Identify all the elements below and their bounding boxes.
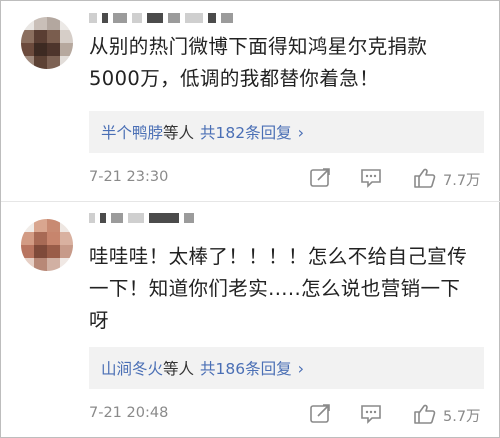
comment-icon[interactable] <box>359 167 383 189</box>
reply-author-link[interactable]: 山涧冬火 <box>101 357 163 379</box>
chevron-right-icon: › <box>297 358 305 378</box>
share-icon[interactable] <box>309 167 333 189</box>
comment-timestamp: 7-21 20:48 <box>89 405 169 421</box>
reply-count-link[interactable]: 共186条回复 <box>200 357 292 379</box>
comment-text-line: 哇哇哇！太棒了！！！！怎么不给自己宣传 <box>89 245 468 268</box>
comment-text: 从别的热门微博下面得知鸿星尔克捐款 5000万，低调的我都替你着急！ <box>89 31 484 95</box>
comment-icon[interactable] <box>359 403 383 425</box>
reply-author-link[interactable]: 半个鸭脖 <box>101 121 163 143</box>
share-icon[interactable] <box>309 403 333 425</box>
comment-timestamp: 7-21 23:30 <box>89 169 169 185</box>
username-blurred[interactable] <box>89 11 233 25</box>
reply-others-label: 等人 <box>163 124 195 142</box>
like-count: 5.7万 <box>443 409 481 425</box>
reply-count-link[interactable]: 共182条回复 <box>200 121 292 143</box>
comment-divider <box>1 201 500 202</box>
chevron-right-icon: › <box>297 122 305 142</box>
comment-text-line: 呀 <box>89 309 109 332</box>
comment-text-line: 一下！知道你们老实.....怎么说也营销一下 <box>89 277 461 300</box>
avatar[interactable] <box>21 219 73 271</box>
replies-summary[interactable]: 半个鸭脖 等人 共182条回复 › <box>89 111 484 153</box>
avatar[interactable] <box>21 17 73 69</box>
thumbs-up-icon[interactable] <box>413 403 437 425</box>
username-blurred[interactable] <box>89 211 194 225</box>
comment-list: 从别的热门微博下面得知鸿星尔克捐款 5000万，低调的我都替你着急！ 半个鸭脖 … <box>0 0 500 438</box>
comment-text-line: 从别的热门微博下面得知鸿星尔克捐款 <box>89 35 428 58</box>
comment-text: 哇哇哇！太棒了！！！！怎么不给自己宣传 一下！知道你们老实.....怎么说也营销… <box>89 241 484 337</box>
comment-text-line: 5000万，低调的我都替你着急！ <box>89 67 380 90</box>
replies-summary[interactable]: 山涧冬火 等人 共186条回复 › <box>89 347 484 389</box>
like-count: 7.7万 <box>443 173 481 189</box>
reply-others-label: 等人 <box>163 360 195 378</box>
thumbs-up-icon[interactable] <box>413 167 437 189</box>
